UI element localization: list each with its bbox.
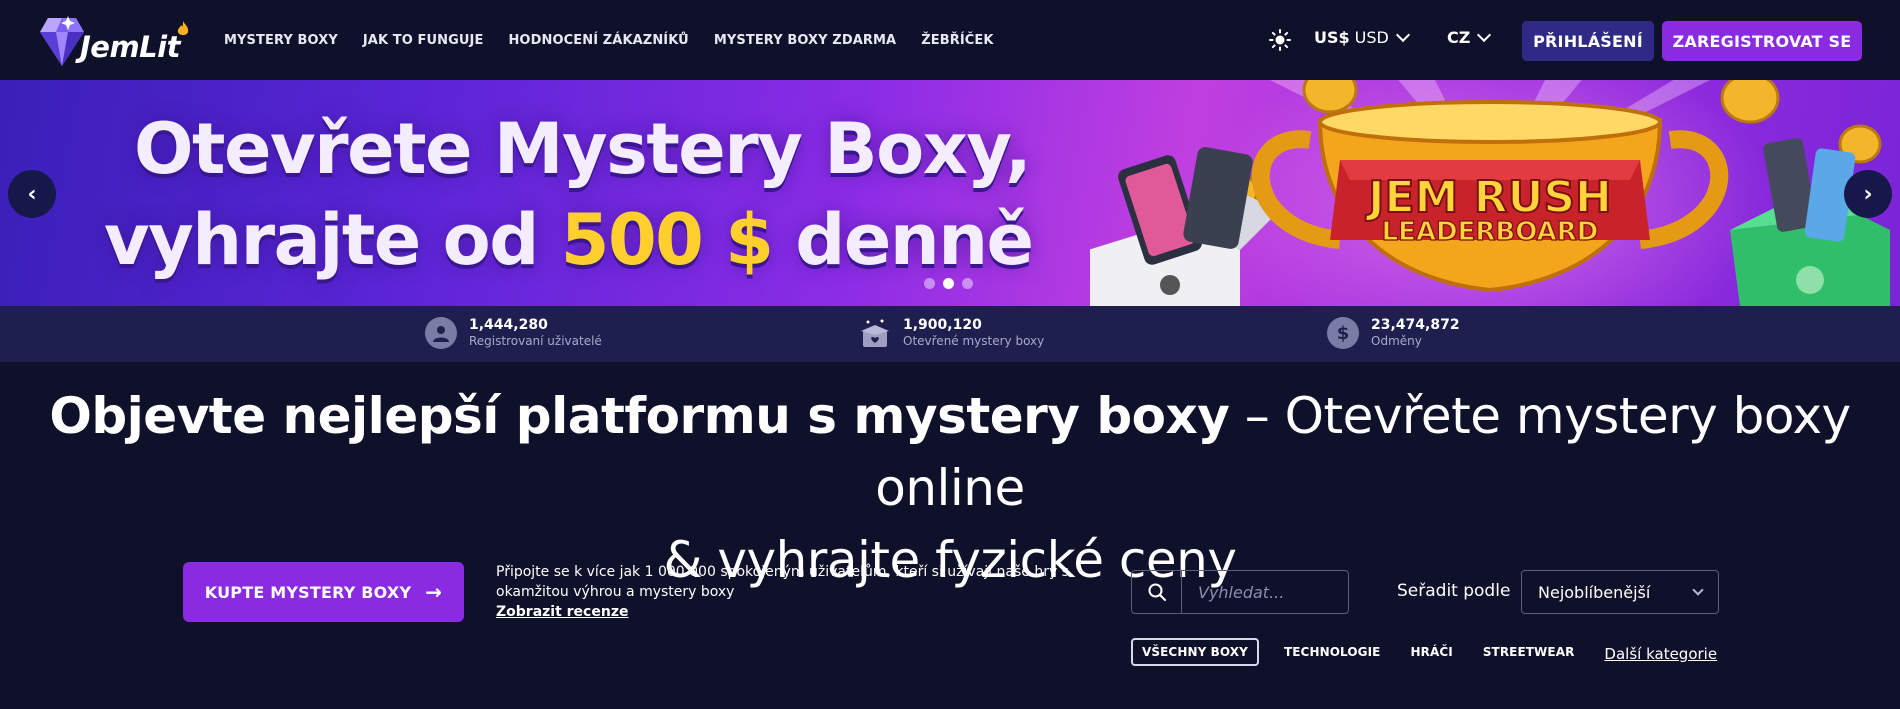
chevron-down-icon <box>1395 27 1410 42</box>
category-gamers[interactable]: HRÁČI <box>1410 645 1452 659</box>
nav-how-it-works[interactable]: JAK TO FUNGUJE <box>363 33 484 48</box>
arrow-right-icon: → <box>425 580 443 604</box>
search-input[interactable]: Vyhledat... <box>1198 583 1284 602</box>
user-icon <box>425 317 457 349</box>
carousel-prev-button[interactable]: ‹ <box>8 170 56 218</box>
nav-free-mystery-boxes[interactable]: MYSTERY BOXY ZDARMA <box>714 33 896 48</box>
banner-line-2-before: vyhrajte od <box>104 199 561 281</box>
category-filters: VŠECHNY BOXY TECHNOLOGIE HRÁČI STREETWEA… <box>1131 638 1717 666</box>
promo-banner[interactable]: Otevřete Mystery Boxy, vyhrajte od 500 $… <box>0 80 1900 306</box>
sort-value: Nejoblíbenější <box>1538 582 1651 602</box>
stat-label: Odměny <box>1371 334 1422 348</box>
language-code: CZ <box>1447 28 1471 47</box>
chevron-down-icon <box>1692 584 1704 596</box>
banner-line-2-after: denně <box>772 199 1034 281</box>
promo-text-block: Připojte se k více jak 1 000 000 spokoje… <box>496 562 1076 622</box>
nav-mystery-boxes[interactable]: MYSTERY BOXY <box>224 33 338 48</box>
sort-select[interactable]: Nejoblíbenější <box>1521 570 1719 614</box>
login-button[interactable]: PŘIHLÁŠENÍ <box>1522 21 1654 61</box>
stats-bar: 1,444,280 Registrovaní uživatelé 1,900,1… <box>0 306 1900 362</box>
stat-opened-boxes: 1,900,120 Otevřené mystery boxy <box>859 317 1044 349</box>
nav-leaderboard[interactable]: ŽEBŘÍČEK <box>921 33 993 48</box>
diamond-logo-icon <box>40 16 84 66</box>
open-box-icon <box>859 317 891 349</box>
chevron-down-icon <box>1477 27 1492 42</box>
trophy-text-2: LEADERBOARD <box>1382 217 1599 247</box>
dollar-icon: $ <box>1327 317 1359 349</box>
banner-line-1: Otevřete Mystery Boxy, <box>134 108 1032 190</box>
stat-label: Otevřené mystery boxy <box>903 334 1045 348</box>
carousel-dot[interactable] <box>962 278 973 289</box>
theme-toggle[interactable] <box>1268 28 1292 52</box>
search-box[interactable]: Vyhledat... <box>1131 570 1349 614</box>
buy-button-label: KUPTE MYSTERY BOXY <box>204 582 412 602</box>
stat-value: 1,900,120 <box>903 317 982 333</box>
trophy-text-1: JEM RUSH <box>1365 172 1612 223</box>
language-selector[interactable]: CZ <box>1447 27 1492 47</box>
logo-text: JemLit <box>80 30 180 64</box>
leaderboard-trophy-illustration: JEM RUSH LEADERBOARD <box>1090 80 1890 306</box>
sun-icon <box>1269 29 1291 51</box>
top-header: JemLit MYSTERY BOXY JAK TO FUNGUJE HODNO… <box>0 0 1900 80</box>
category-streetwear[interactable]: STREETWEAR <box>1483 645 1575 659</box>
logo[interactable]: JemLit <box>38 14 194 68</box>
search-icon[interactable] <box>1132 570 1182 614</box>
category-technology[interactable]: TECHNOLOGIE <box>1284 645 1381 659</box>
flame-icon <box>177 21 189 35</box>
carousel-dot-active[interactable] <box>943 278 954 289</box>
headline-bold: Objevte nejlepší platformu s mystery box… <box>49 387 1230 445</box>
more-categories-link[interactable]: Další kategorie <box>1604 645 1717 663</box>
stat-label: Registrovaní uživatelé <box>469 334 602 348</box>
carousel-dot[interactable] <box>924 278 935 289</box>
currency-code: USD <box>1354 28 1389 47</box>
stat-rewards: $ 23,474,872 Odměny <box>1327 317 1460 349</box>
carousel-dots <box>924 278 973 289</box>
nav-customer-reviews[interactable]: HODNOCENÍ ZÁKAZNÍKŮ <box>508 33 688 48</box>
banner-prize-amount: 500 $ <box>560 199 774 281</box>
currency-symbol: US$ <box>1314 28 1350 47</box>
category-all-boxes[interactable]: VŠECHNY BOXY <box>1131 638 1259 666</box>
stat-value: 23,474,872 <box>1371 317 1460 333</box>
main-nav: MYSTERY BOXY JAK TO FUNGUJE HODNOCENÍ ZÁ… <box>224 0 1019 80</box>
stat-registered-users: 1,444,280 Registrovaní uživatelé <box>425 317 602 349</box>
promo-text: Připojte se k více jak 1 000 000 spokoje… <box>496 564 1069 600</box>
stat-value: 1,444,280 <box>469 317 548 333</box>
buy-mystery-boxes-button[interactable]: KUPTE MYSTERY BOXY → <box>183 562 464 622</box>
banner-line-2: vyhrajte od 500 $ denně <box>104 195 1064 286</box>
carousel-next-button[interactable]: › <box>1844 170 1892 218</box>
banner-title: Otevřete Mystery Boxy, vyhrajte od 500 $… <box>104 104 1064 286</box>
sort-label: Seřadit podle <box>1397 581 1511 601</box>
register-button[interactable]: ZAREGISTROVAT SE <box>1662 21 1862 61</box>
currency-selector[interactable]: US$ USD <box>1314 27 1410 47</box>
view-reviews-link[interactable]: Zobrazit recenze <box>496 602 1076 622</box>
